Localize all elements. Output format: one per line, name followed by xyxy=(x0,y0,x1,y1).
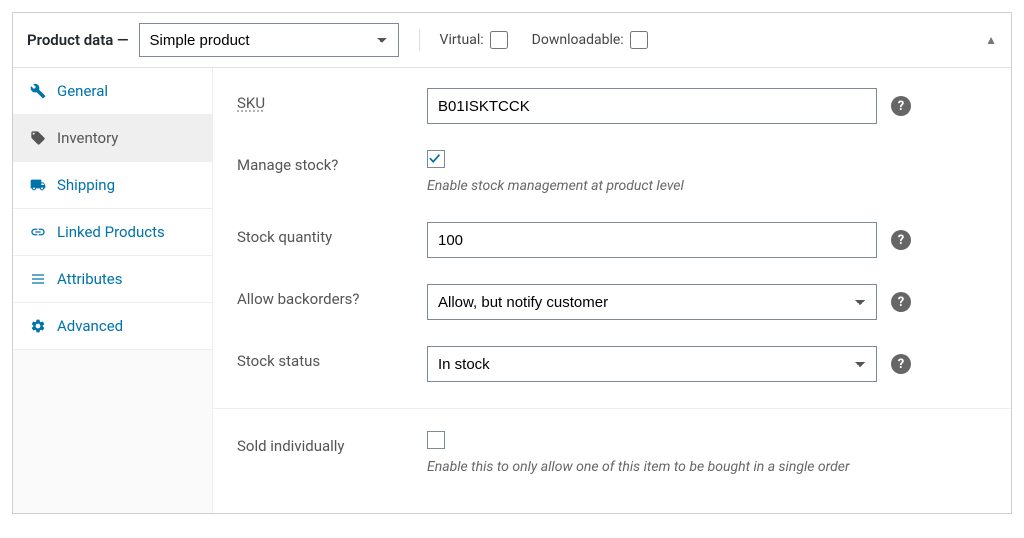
tab-advanced[interactable]: Advanced xyxy=(13,303,212,350)
downloadable-checkbox[interactable] xyxy=(630,31,648,49)
tab-inventory[interactable]: Inventory xyxy=(13,115,212,162)
allow-backorders-label: Allow backorders? xyxy=(237,284,427,308)
wrench-icon xyxy=(29,82,47,100)
manage-stock-row: Manage stock? Enable stock management at… xyxy=(237,150,987,194)
help-icon[interactable]: ? xyxy=(891,354,911,374)
product-type-select[interactable]: Simple product xyxy=(139,23,399,57)
truck-icon xyxy=(29,176,47,194)
tab-label: Attributes xyxy=(57,270,123,288)
manage-stock-checkbox[interactable] xyxy=(427,150,445,168)
product-data-panel: Product data — Simple product Virtual: D… xyxy=(12,12,1012,514)
tab-label: Advanced xyxy=(57,317,123,335)
tab-content: SKU ? Manage stock? Enable stock manage xyxy=(213,68,1011,513)
help-icon[interactable]: ? xyxy=(891,230,911,250)
downloadable-option[interactable]: Downloadable: xyxy=(532,31,648,49)
virtual-checkbox[interactable] xyxy=(490,31,508,49)
tab-label: Linked Products xyxy=(57,223,165,241)
tab-label: General xyxy=(57,82,108,100)
divider xyxy=(419,29,420,51)
sold-individually-checkbox[interactable] xyxy=(427,431,445,449)
stock-status-row: Stock status In stock ? xyxy=(237,346,987,382)
collapse-toggle-icon[interactable]: ▲ xyxy=(985,33,997,47)
stock-status-select[interactable]: In stock xyxy=(427,346,877,382)
panel-body: General Inventory Shipping Linked Produc… xyxy=(13,68,1011,513)
tab-shipping[interactable]: Shipping xyxy=(13,162,212,209)
stock-status-label: Stock status xyxy=(237,346,427,370)
virtual-option[interactable]: Virtual: xyxy=(440,31,508,49)
allow-backorders-row: Allow backorders? Allow, but notify cust… xyxy=(237,284,987,320)
tab-label: Inventory xyxy=(57,129,118,147)
sku-label: SKU xyxy=(237,88,427,112)
sold-individually-description: Enable this to only allow one of this it… xyxy=(427,459,987,475)
tab-attributes[interactable]: Attributes xyxy=(13,256,212,303)
manage-stock-description: Enable stock management at product level xyxy=(427,178,987,194)
manage-stock-label: Manage stock? xyxy=(237,150,427,174)
allow-backorders-select[interactable]: Allow, but notify customer xyxy=(427,284,877,320)
link-icon xyxy=(29,223,47,241)
sold-individually-row: Sold individually Enable this to only al… xyxy=(237,431,987,475)
panel-header: Product data — Simple product Virtual: D… xyxy=(13,13,1011,68)
stock-quantity-label: Stock quantity xyxy=(237,222,427,246)
stock-quantity-input[interactable] xyxy=(427,222,877,258)
help-icon[interactable]: ? xyxy=(891,96,911,116)
gear-icon xyxy=(29,317,47,335)
sku-row: SKU ? xyxy=(237,88,987,124)
help-icon[interactable]: ? xyxy=(891,292,911,312)
sold-individually-label: Sold individually xyxy=(237,431,427,455)
tab-general[interactable]: General xyxy=(13,68,212,115)
list-icon xyxy=(29,270,47,288)
tabs-sidebar: General Inventory Shipping Linked Produc… xyxy=(13,68,213,513)
sku-input[interactable] xyxy=(427,88,877,124)
divider xyxy=(213,408,1011,409)
virtual-label: Virtual: xyxy=(440,32,484,48)
downloadable-label: Downloadable: xyxy=(532,32,624,48)
stock-quantity-row: Stock quantity ? xyxy=(237,222,987,258)
tag-icon xyxy=(29,129,47,147)
tab-label: Shipping xyxy=(57,176,115,194)
panel-title: Product data — xyxy=(27,31,129,49)
tab-linked-products[interactable]: Linked Products xyxy=(13,209,212,256)
